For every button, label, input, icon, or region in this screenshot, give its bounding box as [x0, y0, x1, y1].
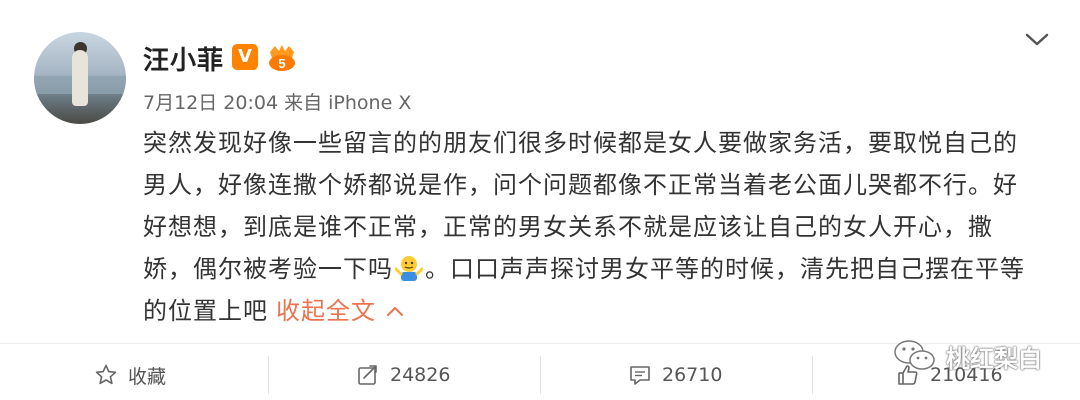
comment-count: 26710: [662, 364, 723, 386]
repost-button[interactable]: 24826: [356, 358, 450, 392]
content-segment: 娇，偶尔被考验一下吗: [143, 255, 393, 283]
content-line: 突然发现好像一些留言的的朋友们很多时候都是女人要做家务活，要取悦自己的: [143, 129, 1018, 157]
chevron-down-icon[interactable]: [1024, 30, 1050, 50]
content-line: 男人，好像连撒个娇都说是作，问个问题都像不正常当着老公面儿哭都不行。好: [143, 171, 1018, 199]
content-line: 的位置上吧 收起全文: [143, 290, 1043, 332]
post-content: 突然发现好像一些留言的的朋友们很多时候都是女人要做家务活，要取悦自己的 男人，好…: [143, 122, 1043, 332]
weibo-post: 汪小菲 V 5 7月12日 20:04 来自 iPhone X 突然发现好像一些…: [0, 0, 1080, 400]
username[interactable]: 汪小菲: [143, 40, 224, 77]
content-line: 好想想，到底是谁不正常，正常的男女关系不就是应该让自己的女人开心，撒: [143, 213, 993, 241]
chevron-up-icon[interactable]: [386, 305, 404, 317]
post-meta: 7月12日 20:04 来自 iPhone X: [143, 88, 411, 115]
action-separator: [268, 356, 269, 394]
shrug-emoji-icon: [395, 256, 423, 281]
content-line: 娇，偶尔被考验一下吗 。口口声声探讨男女平等的时候，清先把自己摆在平等: [143, 248, 1043, 290]
level-badge-icon: 5: [269, 45, 295, 71]
comment-icon: [630, 366, 650, 385]
favorite-label: 收藏: [128, 365, 167, 388]
star-icon: [95, 364, 117, 385]
wechat-icon: [894, 340, 935, 370]
favorite-button[interactable]: 收藏: [94, 358, 166, 392]
post-source: 来自 iPhone X: [284, 92, 412, 114]
avatar[interactable]: [34, 32, 126, 124]
watermark: 桃红梨白: [892, 336, 1042, 376]
post-timestamp[interactable]: 7月12日 20:04: [143, 92, 278, 114]
level-badge-number: 5: [278, 56, 285, 71]
repost-icon: [358, 365, 377, 385]
action-separator: [812, 356, 813, 394]
content-segment: 的位置上吧: [143, 297, 268, 325]
action-separator: [540, 356, 541, 394]
watermark-text: 桃红梨白: [946, 344, 1042, 373]
collapse-text-link[interactable]: 收起全文: [276, 297, 376, 325]
content-segment: 。口口声声探讨男女平等的时候，清先把自己摆在平等: [425, 255, 1025, 283]
verified-badge: V: [232, 44, 258, 70]
repost-count: 24826: [390, 364, 451, 386]
comment-button[interactable]: 26710: [628, 358, 722, 392]
